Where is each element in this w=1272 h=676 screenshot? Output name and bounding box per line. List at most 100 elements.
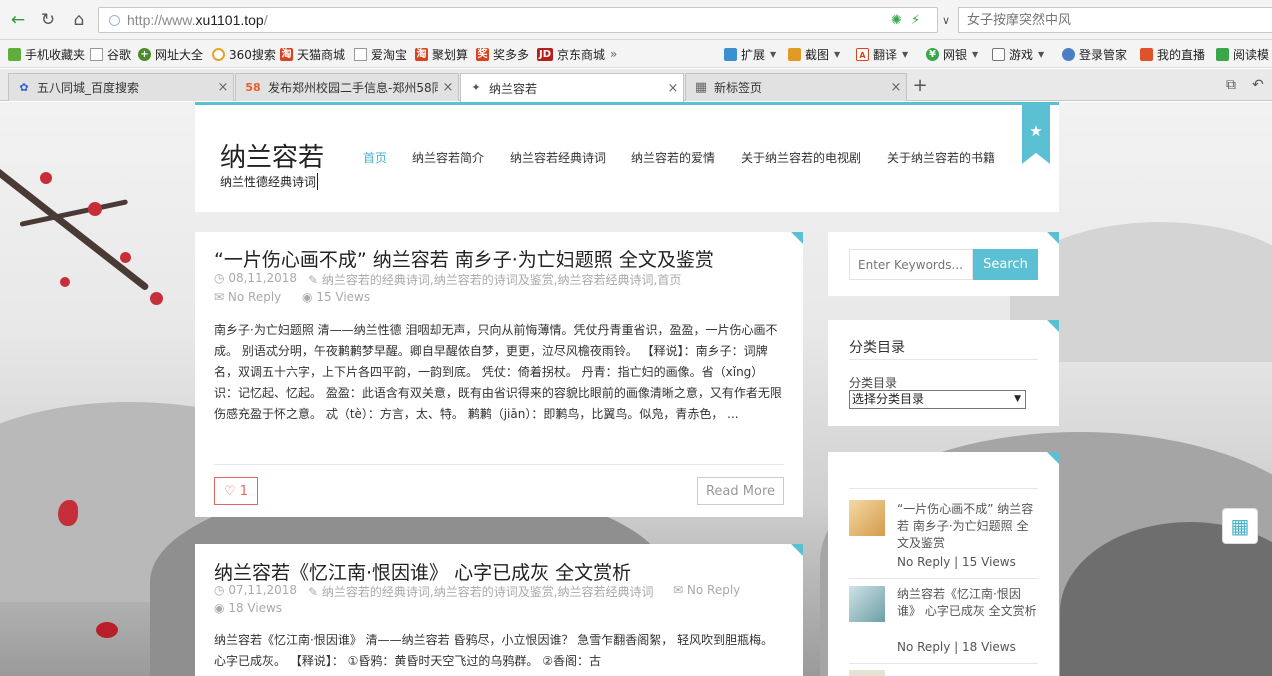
recent-post-title[interactable]: 纳兰容若《忆江南·恨因谁》 心字已成灰 全文赏析 [897,586,1039,620]
heart-icon: ♡ [223,483,236,499]
corner-decoration [1047,452,1059,464]
like-button[interactable]: ♡ 1 [214,477,258,505]
category-select[interactable]: 选择分类目录 ▼ [849,390,1026,409]
comment-icon: ✉ [673,583,684,597]
site-header: 纳兰容若 纳兰性德经典诗词 首页 纳兰容若简介 纳兰容若经典诗词 纳兰容若的爱情… [195,102,1059,212]
nav-tv[interactable]: 关于纳兰容若的电视剧 [741,149,861,166]
recent-post-title[interactable]: “一片伤心画不成” 纳兰容若 南乡子·为亡妇题照 全文及鉴赏 [897,501,1039,552]
security-icon[interactable]: ✺ [891,13,902,28]
bookmark-aitaobao[interactable]: 爱淘宝 [354,45,407,63]
tab-58[interactable]: 58 发布郑州校园二手信息-郑州58同城 × [235,73,459,101]
nav-home[interactable]: 首页 [363,149,387,166]
search-box[interactable] [958,7,1272,33]
tmall-icon: 淘 [280,47,293,61]
gamepad-icon [992,47,1005,61]
bookmark-google[interactable]: 谷歌 [90,45,131,63]
grid-icon: ▦ [694,79,708,95]
tool-bank[interactable]: ¥ 网银 ▼ [926,45,978,63]
book-icon [1216,47,1229,61]
qr-code-icon[interactable]: ▦ [1222,508,1258,544]
eye-icon: ◉ [302,290,313,304]
scissors-icon [788,47,801,61]
tab-nalan[interactable]: ✦ 纳兰容若 × [460,73,684,102]
bookmark-jd[interactable]: JD 京东商城 [537,45,605,63]
post-categories[interactable]: ✎ 纳兰容若的经典诗词,纳兰容若的诗词及鉴赏,纳兰容若经典诗词 [308,583,654,600]
star-ribbon[interactable]: ★ [1022,102,1050,164]
bookmark-more[interactable]: » [610,45,617,63]
post-replies[interactable]: ✉ No Reply [673,583,740,597]
key-icon [1062,47,1075,61]
tool-extensions[interactable]: 扩展 ▼ [724,45,776,63]
site-icon: ✦ [471,81,481,94]
blossom-decoration [88,202,102,216]
page-viewport: 纳兰容若 纳兰性德经典诗词 首页 纳兰容若简介 纳兰容若经典诗词 纳兰容若的爱情… [0,102,1272,676]
bookmark-tmall[interactable]: 淘天猫商城 [280,45,345,63]
post-categories[interactable]: ✎ 纳兰容若的经典诗词,纳兰容若的诗词及鉴赏,纳兰容若经典诗词,首页 [308,271,681,288]
search-button[interactable]: Search [973,249,1038,280]
tool-games[interactable]: 游戏 ▼ [992,45,1044,63]
bookmark-juhuasuan[interactable]: 淘聚划算 [415,45,468,63]
read-more-button[interactable]: Read More [697,477,784,505]
post-views: ◉ 18 Views [214,601,283,615]
post-title[interactable]: “一片伤心画不成” 纳兰容若 南乡子·为亡妇题照 全文及鉴赏 [214,245,714,272]
post-thumbnail[interactable] [849,586,885,622]
nav-love[interactable]: 纳兰容若的爱情 [631,149,715,166]
home-icon[interactable]: ⌂ [67,8,91,32]
category-label: 分类目录 [849,376,898,390]
undo-icon[interactable]: ↶ [1252,77,1264,93]
post-excerpt: 南乡子·为亡妇题照 清——纳兰性德 泪咽却无声，只向从前悔薄情。凭仗丹青重省识，… [214,323,782,421]
divider [849,488,1038,489]
tool-screenshot[interactable]: 截图 ▼ [788,45,840,63]
lightning-icon[interactable]: ⚡ [911,13,920,28]
close-icon[interactable]: × [886,80,906,95]
browser-search-input[interactable] [959,8,1272,32]
close-icon[interactable]: × [213,80,233,95]
back-arrow-icon[interactable]: ← [6,8,30,32]
tool-live[interactable]: 我的直播 [1140,45,1205,63]
tab-strip: ✿ 五八同城_百度搜索 × 58 发布郑州校园二手信息-郑州58同城 × ✦ 纳… [0,69,1272,102]
bookmark-jiangduoduo[interactable]: 奖奖多多 [476,45,529,63]
caret-icon: ▼ [834,49,841,59]
post-title[interactable]: 纳兰容若《忆江南·恨因谁》 心字已成灰 全文赏析 [214,558,631,585]
blossom-decoration [96,622,118,638]
address-toolbar: ← ↻ ⌂ http://www.xu1101.top/ ✺ ⚡ ∨ [0,0,1272,40]
tool-translate[interactable]: A 翻译 ▼ [856,45,908,63]
post-thumbnail[interactable] [849,670,885,676]
post-replies[interactable]: ✉ No Reply [214,290,281,304]
chevron-down-icon[interactable]: ∨ [934,8,958,32]
jiang-icon: 奖 [476,47,489,61]
keyword-input[interactable] [849,249,973,280]
branch-decoration [0,162,150,292]
tool-login-manager[interactable]: 登录管家 [1062,45,1127,63]
clock-icon: ◷ [214,271,225,285]
nav-intro[interactable]: 纳兰容若简介 [412,149,484,166]
divider [849,578,1038,579]
tab-new-tab-page[interactable]: ▦ 新标签页 × [685,73,907,101]
caret-icon: ▼ [972,49,979,59]
close-icon[interactable]: × [663,81,683,96]
bookmark-360[interactable]: 360搜索 [212,45,276,63]
restore-tabs-icon[interactable]: ⧉ [1226,77,1236,93]
bookmark-hao[interactable]: + 网址大全 [138,45,203,63]
bookmark-bar: 手机收藏夹 谷歌 + 网址大全 360搜索 淘天猫商城 爱淘宝 淘聚划算 奖奖多多… [0,40,1272,68]
post-card: 纳兰容若《忆江南·恨因谁》 心字已成灰 全文赏析 ◷ 07,11,2018 ✎ … [195,544,803,676]
refresh-icon[interactable]: ↻ [36,8,60,32]
tool-reader[interactable]: 阅读模 [1216,45,1269,63]
puzzle-icon [724,47,737,61]
caret-icon: ▼ [770,49,777,59]
url-field[interactable]: http://www.xu1101.top/ ✺ ⚡ [98,7,938,33]
post-card: “一片伤心画不成” 纳兰容若 南乡子·为亡妇题照 全文及鉴赏 ◷ 08,11,2… [195,232,803,517]
blossom-decoration [150,292,163,305]
nav-classic-poems[interactable]: 纳兰容若经典诗词 [510,149,606,166]
close-icon[interactable]: × [438,80,458,95]
eye-icon: ◉ [214,601,225,615]
nav-books[interactable]: 关于纳兰容若的书籍 [887,149,995,166]
bookmark-mobile[interactable]: 手机收藏夹 [8,45,85,63]
select-arrow-icon: ▼ [1014,394,1021,404]
divider [214,464,784,465]
new-tab-button[interactable]: + [908,75,932,99]
tab-baidu[interactable]: ✿ 五八同城_百度搜索 × [8,73,234,101]
post-thumbnail[interactable] [849,500,885,536]
site-title[interactable]: 纳兰容若 [220,137,324,174]
translate-icon: A [856,47,869,61]
